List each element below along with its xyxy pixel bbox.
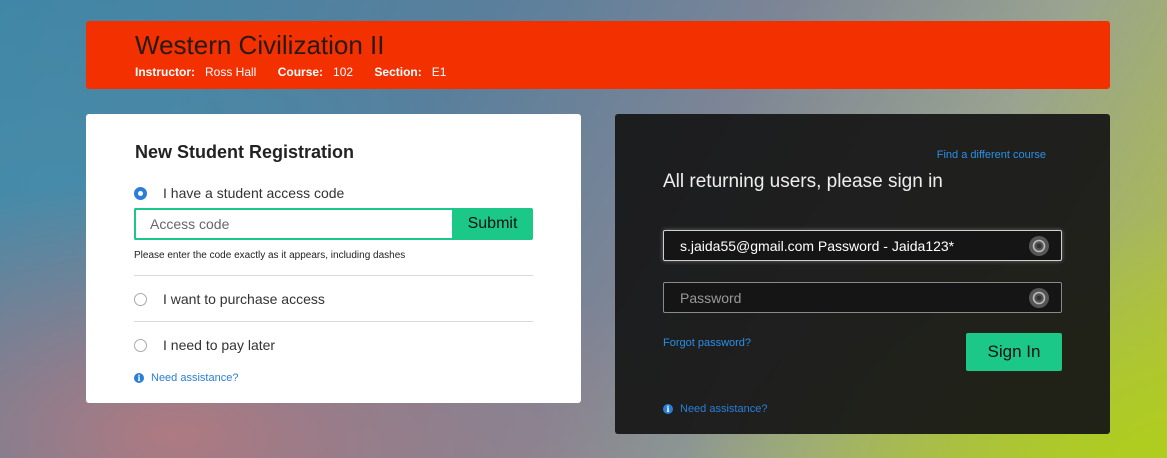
info-icon: i (134, 373, 144, 383)
signin-title: All returning users, please sign in (663, 171, 943, 192)
course-header: Western Civilization II Instructor: Ross … (86, 21, 1110, 89)
section-label: Section: (374, 65, 422, 79)
info-icon: i (663, 404, 673, 414)
signin-help-link[interactable]: i Need assistance? (663, 403, 767, 415)
access-code-row: Submit (134, 208, 533, 240)
registration-panel: New Student Registration I have a studen… (86, 114, 581, 403)
password-input[interactable] (664, 283, 1029, 312)
registration-help-link[interactable]: i Need assistance? (134, 372, 238, 384)
option-purchase-label: I want to purchase access (163, 291, 325, 307)
signin-panel: Find a different course All returning us… (615, 114, 1110, 434)
access-code-hint: Please enter the code exactly as it appe… (134, 250, 406, 261)
find-different-course-link[interactable]: Find a different course (937, 149, 1046, 161)
key-icon[interactable] (1029, 235, 1049, 256)
signin-help-label: Need assistance? (680, 403, 768, 415)
radio-unchecked-icon[interactable] (134, 338, 147, 352)
email-field[interactable] (663, 230, 1062, 261)
option-purchase[interactable]: I want to purchase access (134, 291, 325, 307)
forgot-password-link[interactable]: Forgot password? (663, 337, 751, 349)
instructor-name: Ross Hall (205, 65, 257, 79)
option-access-code-label: I have a student access code (163, 185, 345, 201)
option-pay-later-label: I need to pay later (163, 337, 276, 353)
section-value: E1 (431, 65, 447, 79)
course-label: Course: (277, 65, 324, 79)
instructor-label: Instructor: (135, 65, 195, 79)
radio-checked-icon[interactable] (134, 186, 147, 200)
signin-button[interactable]: Sign In (966, 333, 1062, 371)
course-number: 102 (333, 65, 354, 79)
radio-unchecked-icon[interactable] (134, 292, 147, 306)
password-field[interactable] (663, 282, 1062, 313)
option-access-code[interactable]: I have a student access code (134, 185, 344, 201)
registration-help-label: Need assistance? (151, 372, 239, 384)
divider (134, 275, 533, 276)
email-input[interactable] (664, 231, 1029, 260)
key-icon[interactable] (1029, 287, 1049, 308)
submit-button[interactable]: Submit (452, 208, 533, 240)
divider (134, 321, 533, 322)
course-title: Western Civilization II (135, 30, 385, 60)
registration-title: New Student Registration (135, 142, 355, 162)
course-meta: Instructor: Ross Hall Course: 102 Section:… (135, 65, 1110, 79)
option-pay-later[interactable]: I need to pay later (134, 337, 275, 353)
access-code-input[interactable] (134, 208, 452, 240)
